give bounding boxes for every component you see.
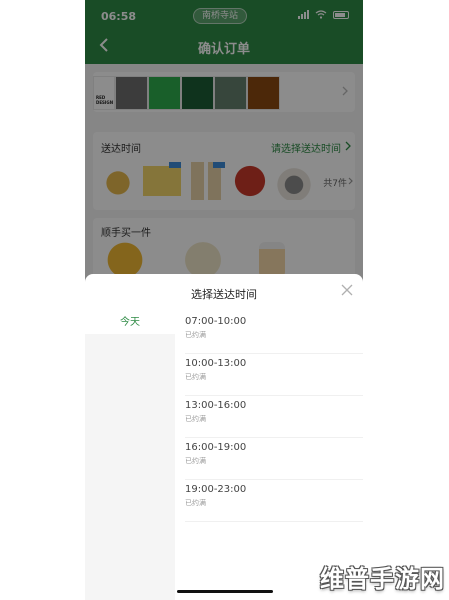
slot-time: 16:00-19:00 [185, 442, 247, 453]
divider [185, 521, 363, 522]
slot-status: 已约满 [185, 499, 206, 507]
home-indicator [177, 590, 273, 593]
slot-status: 已约满 [185, 331, 206, 339]
slot-status: 已约满 [185, 457, 206, 465]
delivery-time-sheet: 选择送达时间 今天 07:00-10:00 已约满 10:00-13:00 已约… [85, 274, 363, 600]
time-slot[interactable]: 10:00-13:00 已约满 [175, 354, 363, 396]
time-slot[interactable]: 13:00-16:00 已约满 [175, 396, 363, 438]
watermark: 维普手游网 [320, 565, 445, 593]
sheet-title: 选择送达时间 [191, 288, 257, 301]
slot-time: 19:00-23:00 [185, 484, 247, 495]
time-slot[interactable]: 16:00-19:00 已约满 [175, 438, 363, 480]
phone-screen: 06:58 南桥寺站 确认订单 RED DESIGN 送达时间 请选择送达时间 … [85, 0, 363, 600]
time-slot[interactable]: 07:00-10:00 已约满 [175, 312, 363, 354]
time-slot[interactable]: 19:00-23:00 已约满 [175, 480, 363, 522]
close-icon[interactable] [341, 284, 353, 296]
slot-time: 07:00-10:00 [185, 316, 247, 327]
slot-time: 10:00-13:00 [185, 358, 247, 369]
day-tab-today[interactable]: 今天 [85, 312, 175, 334]
time-slot-list: 07:00-10:00 已约满 10:00-13:00 已约满 13:00-16… [175, 312, 363, 522]
day-column: 今天 [85, 312, 175, 600]
slot-time: 13:00-16:00 [185, 400, 247, 411]
slot-status: 已约满 [185, 373, 206, 381]
slot-status: 已约满 [185, 415, 206, 423]
